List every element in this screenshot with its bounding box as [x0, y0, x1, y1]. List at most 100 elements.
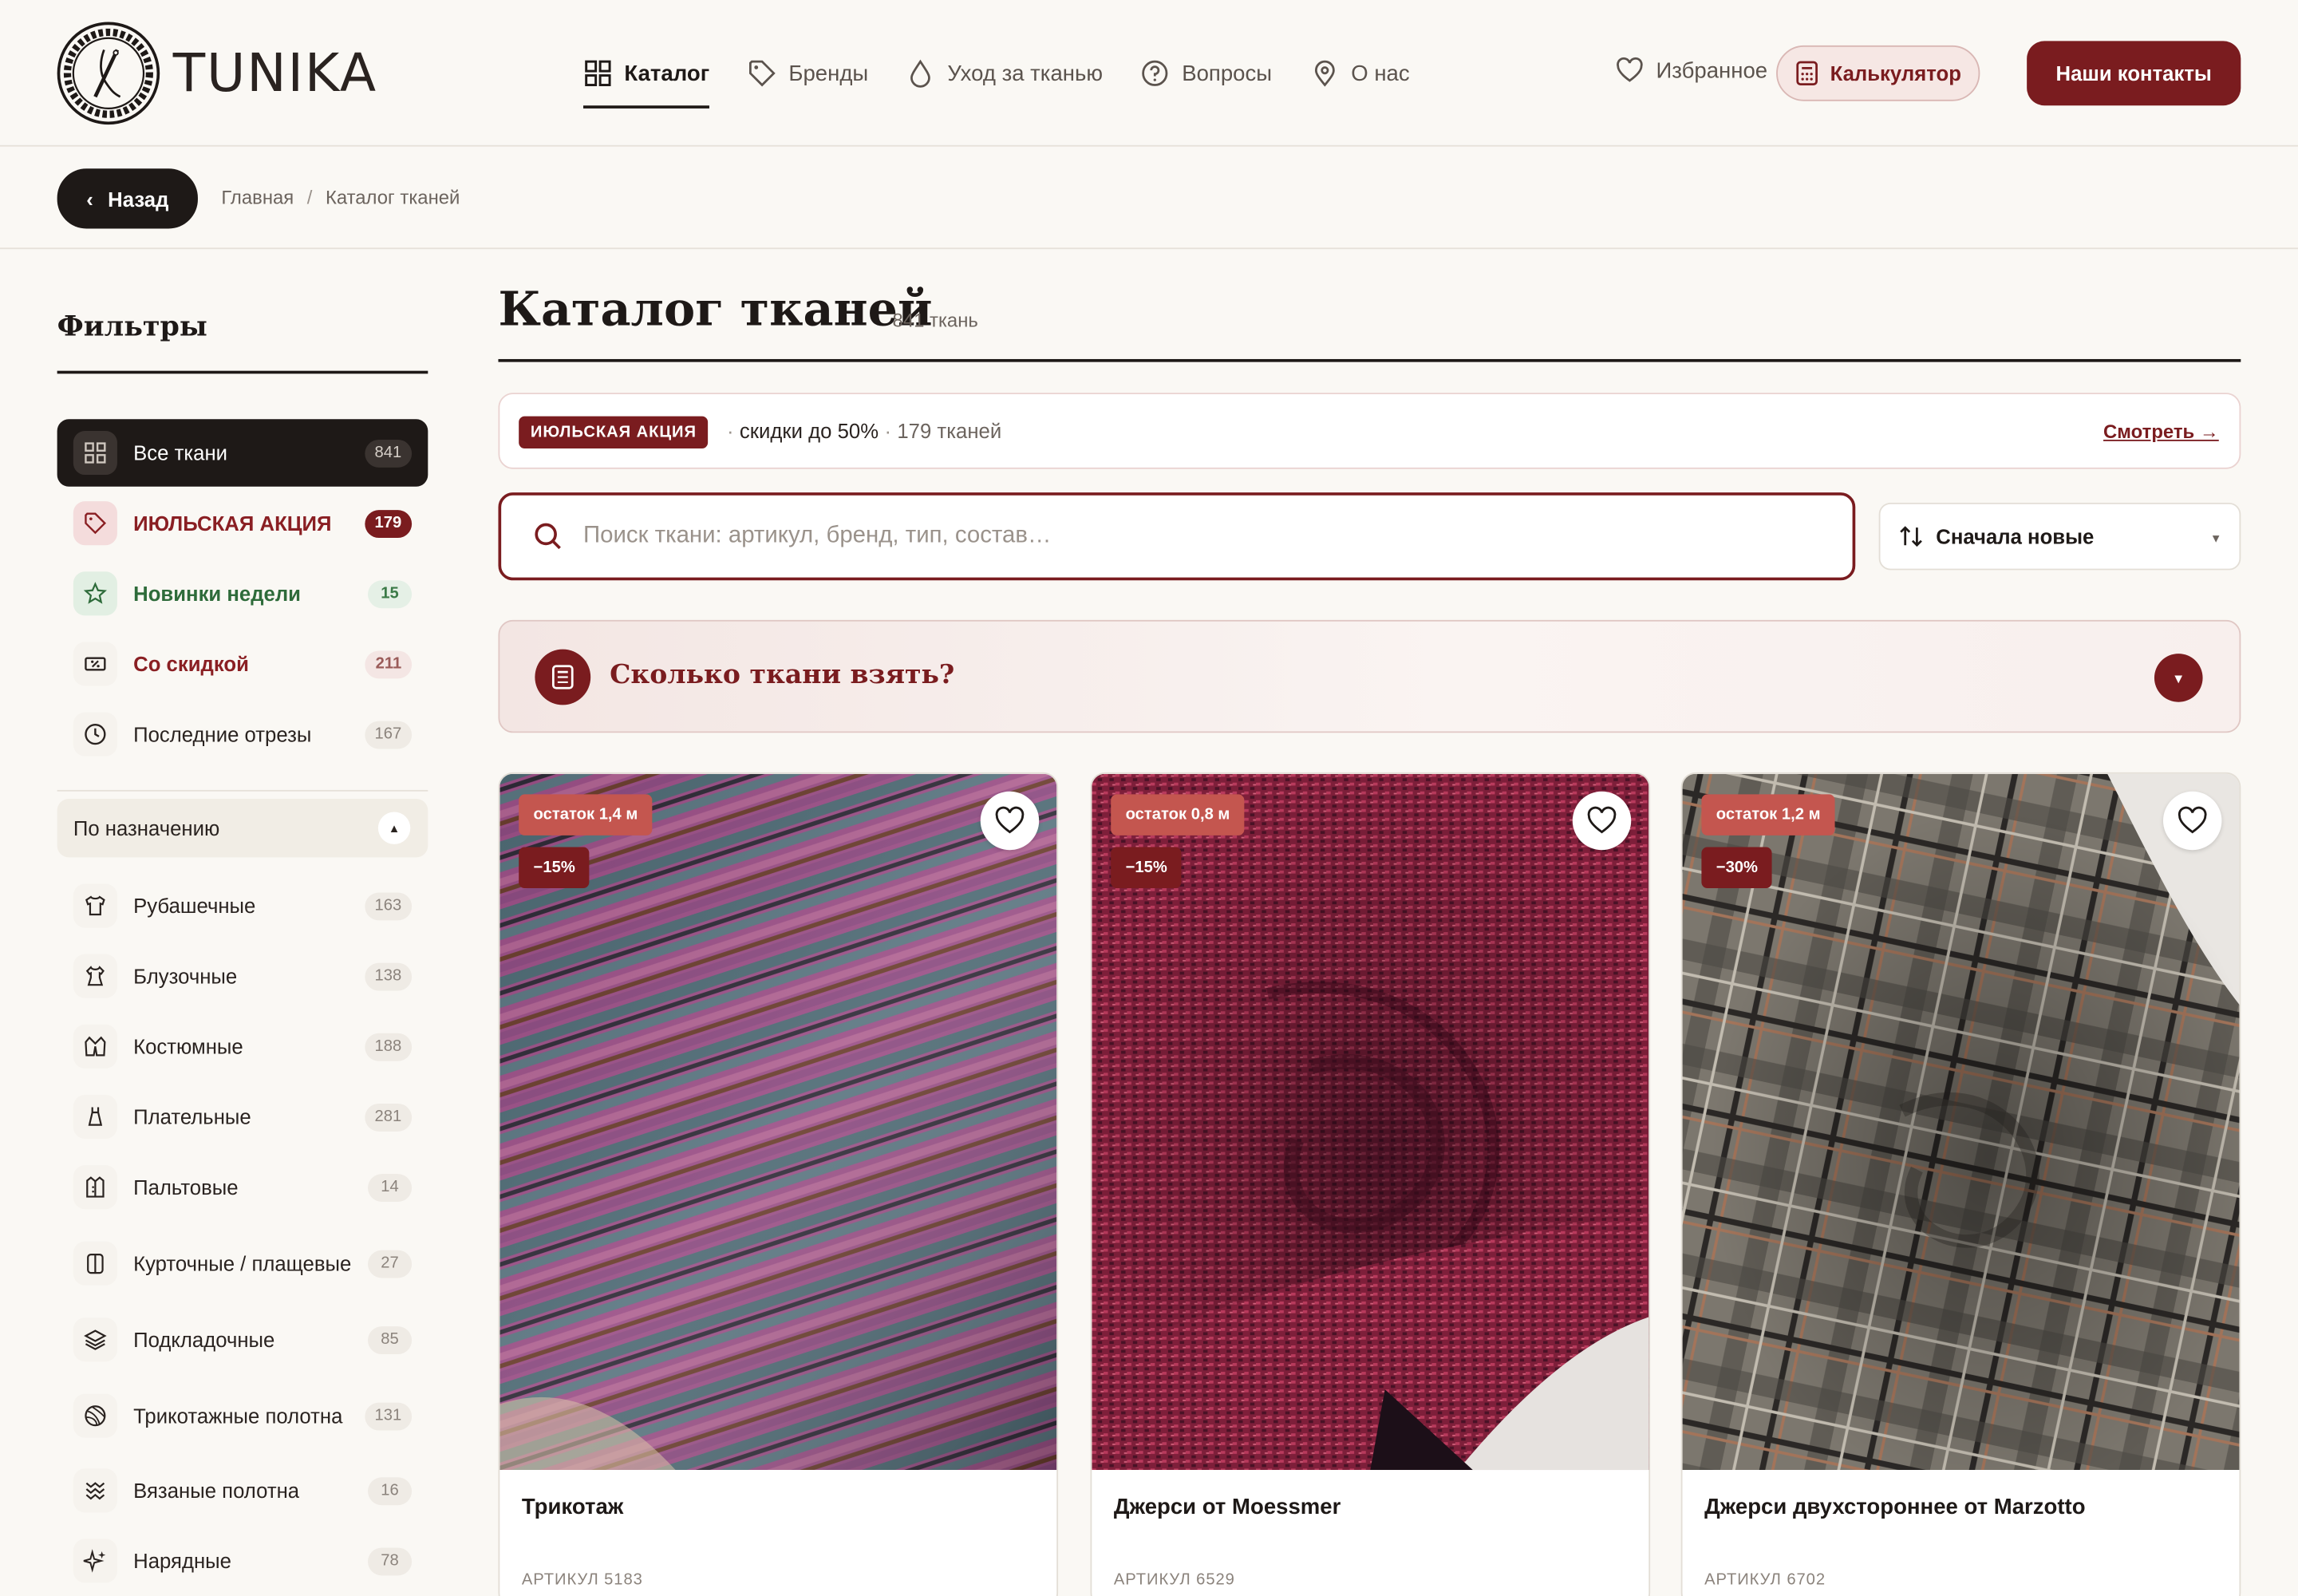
- nav-care-label: Уход за тканью: [947, 61, 1104, 86]
- purpose-item-evening[interactable]: Нарядные 78: [57, 1527, 428, 1594]
- purpose-count: 27: [368, 1249, 413, 1278]
- coat-icon: [73, 1165, 117, 1210]
- filters-divider: [57, 370, 428, 374]
- product-name[interactable]: Джерси от Moessmer: [1114, 1495, 1340, 1519]
- favorite-heart-icon[interactable]: [2162, 791, 2222, 851]
- purpose-item-shirt[interactable]: Рубашечные 163: [57, 872, 428, 939]
- sort-select[interactable]: Сначала новые ▼: [1878, 502, 2241, 571]
- filter-last-cuts[interactable]: Последние отрезы 167: [57, 701, 428, 768]
- fabric-calculator-panel[interactable]: Сколько ткани взять? ▼: [498, 619, 2241, 733]
- back-label: Назад: [108, 187, 169, 211]
- filter-label: Последние отрезы: [133, 721, 312, 745]
- grid-icon: [585, 60, 611, 86]
- breadcrumb-bar: ‹ Назад Главная / Каталог тканей: [0, 147, 2298, 250]
- discount-badge: −15%: [1111, 847, 1183, 888]
- favorite-heart-icon[interactable]: [980, 791, 1040, 851]
- filter-discounted[interactable]: Со скидкой 211: [57, 630, 428, 697]
- purpose-group-header[interactable]: По назначению ▲: [57, 798, 428, 858]
- purpose-count: 78: [368, 1547, 413, 1575]
- product-name[interactable]: Трикотаж: [522, 1495, 623, 1519]
- logo-emblem-icon: [57, 22, 160, 125]
- filter-july-sale[interactable]: ИЮЛЬСКАЯ АКЦИЯ 179: [57, 489, 428, 556]
- clock-icon: [73, 712, 117, 757]
- nav-catalog[interactable]: Каталог: [583, 53, 710, 109]
- purpose-item-coat[interactable]: Пальтовые 14: [57, 1153, 428, 1220]
- tag-icon: [749, 60, 776, 87]
- sort-icon: [1900, 526, 1922, 547]
- filter-count: 841: [364, 439, 413, 467]
- calculator-label: Калькулятор: [1830, 61, 1961, 85]
- page-root: TUNIKA Каталог Бренды Уход за тканью Воп…: [0, 0, 2298, 1596]
- promo-count: 179 тканей: [897, 419, 1002, 443]
- remaining-badge: остаток 1,4 м: [519, 794, 653, 836]
- filter-label: Новинки недели: [133, 581, 301, 605]
- purpose-count: 188: [364, 1032, 413, 1061]
- search-input[interactable]: [583, 523, 1786, 550]
- site-header: TUNIKA Каталог Бренды Уход за тканью Воп…: [0, 0, 2298, 147]
- product-sku: АРТИКУЛ 6702: [1704, 1570, 1826, 1589]
- expand-chevron-icon[interactable]: ▼: [2154, 654, 2203, 702]
- remaining-badge: остаток 0,8 м: [1111, 794, 1245, 836]
- filter-count: 179: [364, 509, 413, 538]
- purpose-item-jersey[interactable]: Трикотажные полотна 131: [57, 1382, 428, 1449]
- group-label: По назначению: [73, 816, 220, 840]
- purpose-label: Рубашечные: [133, 893, 256, 917]
- nav-about[interactable]: О нас: [1310, 53, 1410, 93]
- filter-all-fabrics[interactable]: Все ткани 841: [57, 419, 428, 487]
- favorites-link[interactable]: Избранное: [1615, 56, 1767, 85]
- purpose-item-dress[interactable]: Плательные 281: [57, 1083, 428, 1150]
- purpose-item-suit[interactable]: Костюмные 188: [57, 1013, 428, 1080]
- purpose-count: 85: [368, 1325, 413, 1354]
- fabric-count: 841 ткань: [892, 309, 978, 332]
- tag-icon: [73, 501, 117, 546]
- discount-ticket-icon: [73, 642, 117, 686]
- nav-brands[interactable]: Бренды: [748, 53, 868, 93]
- purpose-item-knitted[interactable]: Вязаные полотна 16: [57, 1457, 428, 1524]
- purpose-count: 281: [364, 1103, 413, 1131]
- main-nav: Каталог Бренды Уход за тканью Вопросы О …: [583, 53, 1447, 109]
- back-button[interactable]: ‹ Назад: [57, 168, 198, 229]
- promo-text: · скидки до 50% · 179 тканей: [721, 419, 1002, 443]
- purpose-label: Костюмные: [133, 1033, 243, 1058]
- nav-brands-label: Бренды: [788, 61, 869, 86]
- breadcrumb-home[interactable]: Главная: [221, 186, 294, 208]
- nav-catalog-label: Каталог: [624, 61, 710, 86]
- discount-badge: −30%: [1701, 847, 1773, 888]
- purpose-item-jacket[interactable]: Курточные / плащевые 27: [57, 1230, 428, 1297]
- calculator-icon: [1795, 61, 1818, 85]
- filter-label: Все ткани: [133, 440, 228, 464]
- sidebar-divider: [57, 789, 428, 792]
- calculator-button[interactable]: Калькулятор: [1776, 45, 1980, 101]
- favorite-heart-icon[interactable]: [1572, 791, 1632, 851]
- purpose-label: Плательные: [133, 1104, 251, 1128]
- product-card[interactable]: остаток 0,8 м −15% Джерси от Moessmer АР…: [1090, 772, 1651, 1596]
- purpose-item-blouse[interactable]: Блузочные 138: [57, 942, 428, 1009]
- filter-new-week[interactable]: Новинки недели 15: [57, 560, 428, 627]
- purpose-count: 14: [368, 1173, 413, 1202]
- grid-icon: [73, 430, 117, 476]
- search-box: [498, 492, 1856, 581]
- nav-questions[interactable]: Вопросы: [1141, 53, 1272, 93]
- nav-questions-label: Вопросы: [1182, 61, 1273, 86]
- knit-icon: [73, 1468, 117, 1513]
- promo-view-link[interactable]: Смотреть →: [2103, 421, 2219, 443]
- purpose-item-lining[interactable]: Подкладочные 85: [57, 1306, 428, 1373]
- yarn-ball-icon: [73, 1393, 117, 1438]
- chevron-up-icon[interactable]: ▲: [377, 812, 411, 844]
- product-card[interactable]: остаток 1,2 м −30% Джерси двухстороннее …: [1680, 772, 2241, 1596]
- jacket-icon: [73, 1241, 117, 1286]
- logo[interactable]: TUNIKA: [56, 21, 377, 126]
- breadcrumb: Главная / Каталог тканей: [221, 186, 460, 208]
- contacts-button[interactable]: Наши контакты: [2027, 41, 2241, 106]
- nav-about-label: О нас: [1351, 61, 1410, 86]
- title-divider: [498, 358, 2241, 362]
- caret-down-icon: ▼: [2209, 531, 2222, 546]
- promo-banner: ИЮЛЬСКАЯ АКЦИЯ · скидки до 50% · 179 тканей…: [498, 393, 2241, 469]
- product-card[interactable]: остаток 1,4 м −15% Трикотаж АРТИКУЛ 5183: [498, 772, 1059, 1596]
- nav-care[interactable]: Уход за тканью: [906, 53, 1103, 93]
- filter-label: ИЮЛЬСКАЯ АКЦИЯ: [133, 511, 332, 535]
- dress-icon: [73, 1094, 117, 1140]
- sparkle-icon: [73, 1539, 117, 1583]
- purpose-label: Вязаные полотна: [133, 1478, 300, 1502]
- product-name[interactable]: Джерси двухстороннее от Marzotto: [1704, 1495, 2085, 1519]
